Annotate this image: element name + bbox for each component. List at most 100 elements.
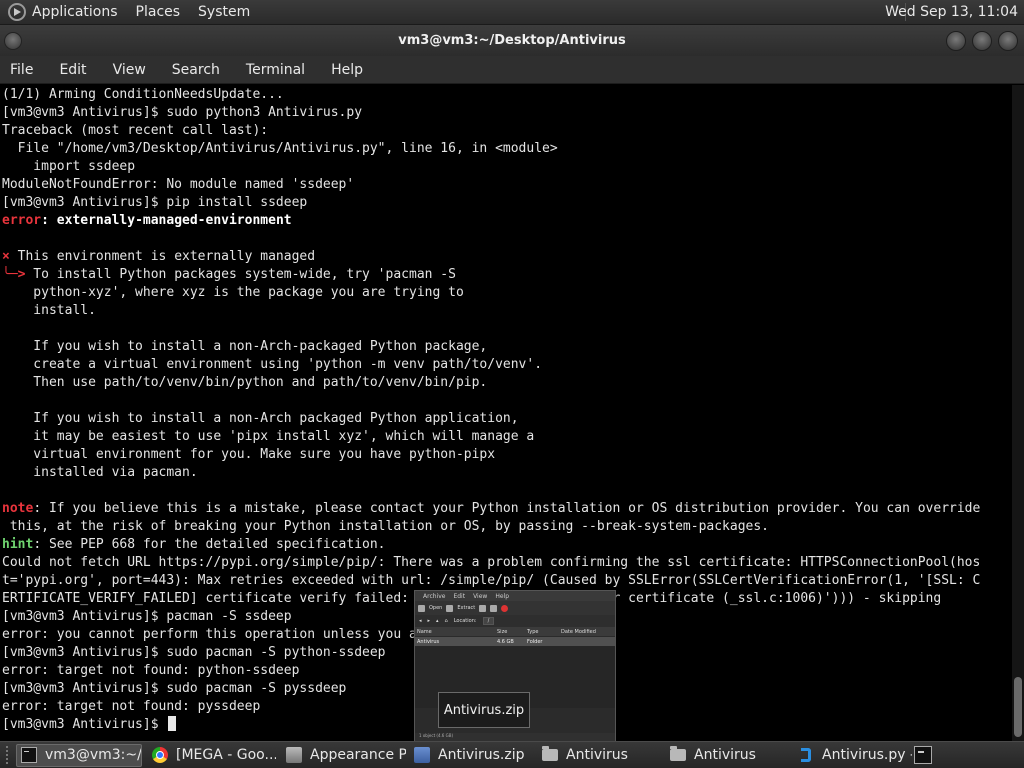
menu-search[interactable]: Search bbox=[172, 62, 220, 78]
preview-col-type: Type bbox=[527, 628, 539, 635]
system-menu[interactable]: System bbox=[198, 4, 250, 20]
back-icon: ◂ bbox=[419, 618, 422, 624]
taskbar-item-vscode[interactable]: Antivirus.py - ... bbox=[794, 744, 912, 767]
terminal-line: installed via pacman. bbox=[2, 465, 198, 480]
appearance-icon bbox=[286, 747, 302, 763]
menu-help[interactable]: Help bbox=[331, 62, 363, 78]
taskbar-item-label: vm3@vm3:~/... bbox=[45, 747, 142, 763]
folder-icon bbox=[670, 746, 686, 761]
add-files-icon bbox=[479, 604, 487, 612]
minimize-button[interactable] bbox=[946, 31, 966, 51]
preview-location-bar: ◂ ▸ ▴ ⌂ Location: / bbox=[415, 615, 615, 627]
taskbar: vm3@vm3:~/... [MEGA - Goo... Appearance … bbox=[0, 741, 1024, 768]
home-icon: ⌂ bbox=[444, 618, 448, 624]
forward-icon: ▸ bbox=[427, 618, 431, 624]
window-controls bbox=[946, 31, 1018, 51]
terminal-line: this, at the risk of breaking your Pytho… bbox=[2, 519, 770, 534]
taskbar-item-terminal[interactable]: vm3@vm3:~/... bbox=[16, 743, 142, 767]
extract-icon bbox=[446, 604, 454, 612]
note-text: : If you believe this is a mistake, plea… bbox=[33, 501, 981, 516]
preview-menu-view: View bbox=[473, 592, 488, 600]
preview-menu-help: Help bbox=[495, 592, 510, 600]
preview-col-date: Date Modified bbox=[561, 628, 596, 635]
menu-terminal[interactable]: Terminal bbox=[246, 62, 305, 78]
managed-text: This environment is externally managed bbox=[9, 249, 316, 264]
error-text: externally-managed-environment bbox=[56, 213, 292, 228]
preview-location-label: Location: bbox=[453, 618, 477, 624]
terminal-line: Could not fetch URL https://pypi.org/sim… bbox=[2, 555, 981, 570]
preview-file-row: Antivirus 4.6 GB Folder bbox=[415, 637, 615, 646]
taskbar-item-label: Antivirus bbox=[694, 747, 756, 763]
scrollbar-thumb[interactable] bbox=[1014, 677, 1022, 737]
terminal-scrollbar[interactable] bbox=[1012, 85, 1024, 741]
terminal-line: Then use path/to/venv/bin/python and pat… bbox=[2, 375, 488, 390]
preview-location-value: / bbox=[482, 617, 495, 625]
terminal-line: File "/home/vm3/Desktop/Antivirus/Antivi… bbox=[2, 141, 558, 156]
applications-menu[interactable]: Applications bbox=[32, 4, 118, 20]
taskbar-item-label: Antivirus bbox=[566, 747, 628, 763]
hint-label: hint bbox=[2, 537, 34, 552]
terminal-managed-line: × This environment is externally managed bbox=[2, 248, 1012, 266]
hint-text: : See PEP 668 for the detailed specifica… bbox=[33, 537, 386, 552]
text-cursor bbox=[168, 716, 177, 731]
error-label: error bbox=[2, 213, 42, 228]
menu-logo-icon[interactable] bbox=[8, 3, 26, 21]
taskbar-item-folder-2[interactable]: Antivirus bbox=[666, 744, 790, 767]
arrow-icon: ╰─> bbox=[2, 267, 26, 282]
maximize-button[interactable] bbox=[972, 31, 992, 51]
menu-view[interactable]: View bbox=[113, 62, 146, 78]
taskbar-item-label: [MEGA - Goo... bbox=[176, 747, 276, 763]
chrome-icon bbox=[152, 747, 168, 763]
preview-col-size: Size bbox=[497, 628, 508, 635]
terminal-line: create a virtual environment using 'pyth… bbox=[2, 357, 543, 372]
stop-icon bbox=[501, 604, 509, 612]
terminal-line: install. bbox=[2, 303, 96, 318]
close-button[interactable] bbox=[998, 31, 1018, 51]
preview-menubar: Archive Edit View Help bbox=[415, 591, 615, 601]
preview-extract-label: Extract bbox=[457, 605, 476, 611]
terminal-line: [vm3@vm3 Antivirus]$ pip install ssdeep bbox=[2, 195, 308, 210]
terminal-icon bbox=[21, 747, 37, 763]
preview-column-header: Name Size Type Date Modified bbox=[415, 627, 615, 636]
window-title: vm3@vm3:~/Desktop/Antivirus bbox=[398, 33, 626, 48]
terminal-arrow-line: ╰─> To install Python packages system-wi… bbox=[2, 266, 1012, 284]
places-menu[interactable]: Places bbox=[136, 4, 181, 20]
terminal-hint-line: hint: See PEP 668 for the detailed speci… bbox=[2, 536, 1012, 554]
tray-terminal-icon[interactable] bbox=[914, 746, 932, 764]
preview-col-name: Name bbox=[417, 628, 432, 635]
top-panel: Applications Places System Wed Sep 13, 1… bbox=[0, 0, 1024, 25]
preview-tooltip: Antivirus.zip bbox=[438, 692, 530, 728]
add-folder-icon bbox=[490, 604, 498, 612]
taskbar-item-label: Antivirus.zip bbox=[438, 747, 525, 763]
preview-row-size: 4.6 GB bbox=[497, 638, 514, 645]
bullet-x-icon: × bbox=[2, 249, 10, 264]
taskbar-item-label: Appearance P... bbox=[310, 747, 406, 763]
terminal-line: ModuleNotFoundError: No module named 'ss… bbox=[2, 177, 355, 192]
preview-row-type: Folder bbox=[527, 638, 543, 645]
taskbar-item-folder-1[interactable]: Antivirus bbox=[538, 744, 662, 767]
window-titlebar[interactable]: vm3@vm3:~/Desktop/Antivirus bbox=[0, 25, 1024, 56]
terminal-line: python-xyz', where xyz is the package yo… bbox=[2, 285, 464, 300]
taskbar-item-chrome[interactable]: [MEGA - Goo... bbox=[148, 744, 276, 767]
preview-menu-archive: Archive bbox=[423, 592, 446, 600]
terminal-line: import ssdeep bbox=[2, 159, 136, 174]
note-label: note bbox=[2, 501, 34, 516]
terminal-note-line: note: If you believe this is a mistake, … bbox=[2, 500, 1012, 518]
terminal-error-line: error: externally-managed-environment bbox=[2, 213, 292, 228]
preview-open-label: Open bbox=[429, 605, 443, 611]
menu-edit[interactable]: Edit bbox=[59, 62, 86, 78]
taskbar-item-archive[interactable]: Antivirus.zip bbox=[410, 744, 534, 767]
preview-statusbar: 1 object (4.6 GB) bbox=[415, 733, 615, 741]
taskbar-handle[interactable] bbox=[6, 746, 12, 764]
preview-row-name: Antivirus bbox=[417, 638, 440, 645]
menu-file[interactable]: File bbox=[10, 62, 33, 78]
vscode-icon bbox=[798, 747, 814, 763]
archive-icon bbox=[414, 747, 430, 763]
taskbar-item-appearance[interactable]: Appearance P... bbox=[282, 744, 406, 767]
terminal-line: virtual environment for you. Make sure y… bbox=[2, 447, 496, 462]
clock[interactable]: Wed Sep 13, 11:04 bbox=[885, 4, 1018, 20]
arrow-text: To install Python packages system-wide, … bbox=[25, 267, 456, 282]
